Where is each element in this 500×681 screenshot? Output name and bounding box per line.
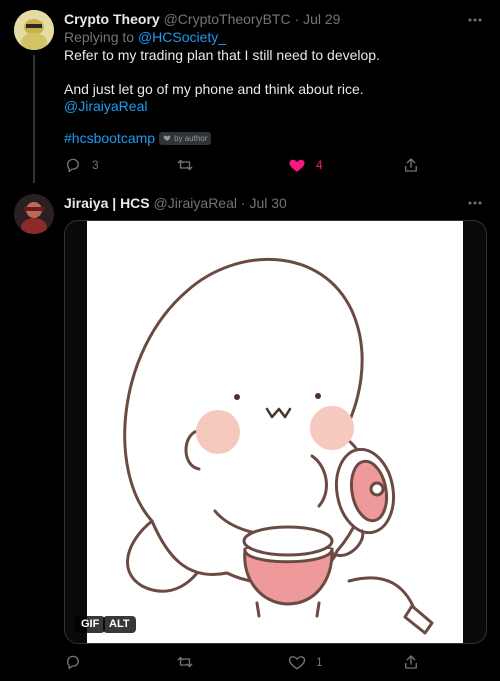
author-badge: by author — [159, 131, 212, 145]
tweet-header: Jiraiya | HCS @JiraiyaReal · Jul 30 — [64, 195, 287, 211]
retweet-icon — [177, 656, 193, 668]
gif-illustration — [123, 257, 434, 635]
tweet-date[interactable]: Jul 30 — [249, 195, 286, 211]
tweet-header: Crypto Theory @CryptoTheoryBTC · Jul 29 — [64, 11, 340, 27]
gif-media[interactable]: GIF ALT — [64, 220, 487, 644]
like-count: 4 — [316, 158, 323, 172]
like-button[interactable]: 1 — [288, 653, 323, 671]
reply-button[interactable]: 3 — [64, 156, 99, 174]
retweet-button[interactable] — [176, 156, 204, 174]
separator: · — [294, 11, 300, 27]
like-icon — [288, 656, 306, 670]
separator: · — [240, 195, 246, 211]
thread-line — [33, 55, 35, 183]
tweet-text-line-2: And just let go of my phone and think ab… — [64, 81, 364, 97]
heart-small-icon — [163, 135, 171, 141]
avatar-image — [14, 194, 54, 234]
retweet-icon — [177, 159, 193, 171]
reply-icon — [67, 655, 79, 670]
more-icon[interactable] — [465, 10, 485, 30]
like-count: 1 — [316, 655, 323, 669]
retweet-button[interactable] — [176, 653, 204, 671]
more-icon[interactable] — [465, 193, 485, 213]
display-name[interactable]: Crypto Theory — [64, 11, 160, 27]
gif-frame — [87, 221, 463, 643]
tweet-text-line-1: Refer to my trading plan that I still ne… — [64, 47, 380, 63]
avatar-image — [14, 10, 54, 50]
share-button[interactable] — [402, 653, 420, 671]
reply-count: 3 — [92, 158, 99, 172]
like-button[interactable]: 4 — [288, 156, 323, 174]
like-icon — [289, 159, 305, 172]
gif-badge: GIF — [75, 616, 106, 633]
reply-icon — [67, 158, 79, 173]
share-icon — [405, 158, 417, 172]
reply-button[interactable] — [64, 653, 92, 671]
replying-handle-link[interactable]: @HCSociety_ — [138, 29, 226, 45]
mention-link[interactable]: @JiraiyaReal — [64, 98, 147, 114]
tweet-crypto-theory[interactable]: Crypto Theory @CryptoTheoryBTC · Jul 29 … — [0, 0, 500, 183]
share-icon — [405, 655, 417, 669]
user-handle[interactable]: @CryptoTheoryBTC — [164, 11, 291, 27]
replying-prefix: Replying to — [64, 29, 135, 45]
hashtag-link[interactable]: #hcsbootcamp — [64, 130, 155, 146]
avatar[interactable] — [14, 10, 54, 50]
badge-label: by author — [174, 133, 208, 143]
user-handle[interactable]: @JiraiyaReal — [154, 195, 237, 211]
share-button[interactable] — [402, 156, 420, 174]
alt-badge[interactable]: ALT — [103, 616, 136, 633]
hashtag-row: #hcsbootcamp by author — [64, 130, 212, 146]
display-name[interactable]: Jiraiya | HCS — [64, 195, 150, 211]
avatar[interactable] — [14, 194, 54, 234]
tweet-date[interactable]: Jul 29 — [303, 11, 340, 27]
replying-to: Replying to @HCSociety_ — [64, 29, 226, 45]
